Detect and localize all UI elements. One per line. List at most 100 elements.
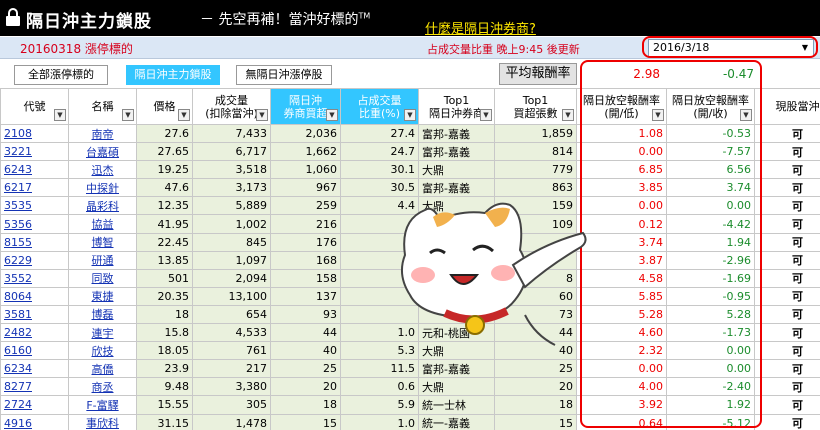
stock-name-link[interactable]: 研通	[92, 254, 114, 267]
cell-name[interactable]: 事欣科	[68, 413, 137, 430]
cell-day-trade: 可	[754, 232, 820, 252]
no-day-trade-button[interactable]: 無隔日沖漲停股	[236, 65, 332, 85]
cell-code[interactable]: 8064	[0, 286, 69, 306]
stock-code-link[interactable]: 4916	[4, 417, 32, 430]
stock-code-link[interactable]: 2482	[4, 326, 32, 339]
stock-name-link[interactable]: 同致	[92, 272, 114, 285]
filter-icon[interactable]: ▼	[178, 109, 190, 121]
filter-icon[interactable]: ▼	[480, 109, 492, 121]
stock-code-link[interactable]: 3552	[4, 272, 32, 285]
day-trade-lock-button[interactable]: 隔日沖主力鎖股	[126, 65, 220, 85]
stock-name-link[interactable]: 商丞	[92, 381, 114, 394]
stock-name-link[interactable]: 東捷	[92, 290, 114, 303]
cell-name[interactable]: 博磊	[68, 304, 137, 325]
cell-name[interactable]: 迅杰	[68, 160, 137, 180]
filter-icon[interactable]: ▼	[562, 109, 574, 121]
col-name[interactable]: 名稱 ▼	[68, 88, 137, 125]
col-volume-ratio[interactable]: 占成交量 比重(%) ▼	[340, 88, 419, 125]
stock-code-link[interactable]: 2724	[4, 398, 32, 411]
stock-name-link[interactable]: 迅杰	[92, 164, 114, 177]
all-limit-up-button[interactable]: 全部漲停標的	[14, 65, 108, 85]
cell-code[interactable]: 4916	[0, 413, 69, 430]
stock-name-link[interactable]: 高僑	[92, 363, 114, 376]
cell-code[interactable]: 6160	[0, 341, 69, 361]
stock-code-link[interactable]: 8155	[4, 236, 32, 249]
cell-broker-buy: 137	[270, 286, 341, 306]
cell-code[interactable]: 8155	[0, 232, 69, 252]
stock-code-link[interactable]: 8064	[4, 290, 32, 303]
cell-day-trade: 可	[754, 250, 820, 270]
col-code[interactable]: 代號 ▼	[0, 88, 69, 125]
stock-name-link[interactable]: 中探針	[86, 182, 119, 195]
cell-name[interactable]: 台嘉碩	[68, 142, 137, 162]
col-day-trade[interactable]: 現股當沖	[754, 88, 820, 125]
what-is-day-trade-broker-link[interactable]: 什麼是隔日沖券商?	[425, 18, 536, 37]
stock-name-link[interactable]: 南帝	[92, 128, 114, 141]
filter-icon[interactable]: ▼	[54, 109, 66, 121]
filter-icon[interactable]: ▼	[326, 109, 338, 121]
cell-name[interactable]: 中探針	[68, 178, 137, 198]
stock-code-link[interactable]: 3535	[4, 199, 32, 212]
stock-code-link[interactable]: 6243	[4, 163, 32, 176]
stock-code-link[interactable]: 6217	[4, 181, 32, 194]
cell-day-trade: 可	[754, 323, 820, 343]
cell-code[interactable]: 3221	[0, 142, 69, 162]
cell-name[interactable]: 高僑	[68, 359, 137, 379]
cell-name[interactable]: 商丞	[68, 377, 137, 397]
col-volume[interactable]: 成交量 (扣除當沖) ▼	[192, 88, 271, 125]
col-top1-broker[interactable]: Top1 隔日沖券商 ▼	[418, 88, 495, 125]
stock-code-link[interactable]: 3581	[4, 308, 32, 321]
cell-broker-buy: 25	[270, 359, 341, 379]
cell-top1-broker: 富邦-嘉義	[418, 359, 495, 379]
stock-name-link[interactable]: 博磊	[92, 308, 114, 321]
col-price[interactable]: 價格 ▼	[136, 88, 193, 125]
cell-price: 27.65	[136, 142, 193, 162]
stock-name-link[interactable]: 協益	[92, 218, 114, 231]
col-top1-buy[interactable]: Top1 買超張數 ▼	[494, 88, 577, 125]
cell-name[interactable]: 同致	[68, 268, 137, 288]
filter-icon[interactable]: ▼	[404, 109, 416, 121]
cell-price: 501	[136, 268, 193, 288]
stock-name-link[interactable]: 博智	[92, 236, 114, 249]
cell-code[interactable]: 3535	[0, 196, 69, 216]
cell-name[interactable]: 連宇	[68, 323, 137, 343]
stock-code-link[interactable]: 3221	[4, 145, 32, 158]
cell-name[interactable]: 博智	[68, 232, 137, 252]
cell-day-trade: 可	[754, 142, 820, 162]
cell-name[interactable]: 東捷	[68, 286, 137, 306]
cell-name[interactable]: 欣技	[68, 341, 137, 361]
col-broker-buy[interactable]: 隔日沖 券商買超 ▼	[270, 88, 341, 125]
cell-code[interactable]: 8277	[0, 377, 69, 397]
cell-name[interactable]: 協益	[68, 214, 137, 234]
stock-name-link[interactable]: 連宇	[92, 327, 114, 340]
cell-name[interactable]: 南帝	[68, 123, 137, 144]
cell-code[interactable]: 6217	[0, 178, 69, 198]
cell-name[interactable]: 研通	[68, 250, 137, 270]
stock-code-link[interactable]: 2108	[4, 127, 32, 140]
cell-code[interactable]: 2724	[0, 395, 69, 415]
stock-name-link[interactable]: 台嘉碩	[86, 146, 119, 159]
stock-code-link[interactable]: 6229	[4, 254, 32, 267]
cell-code[interactable]: 6234	[0, 359, 69, 379]
filter-icon[interactable]: ▼	[256, 109, 268, 121]
stock-code-link[interactable]: 5356	[4, 218, 32, 231]
cell-name[interactable]: 晶彩科	[68, 196, 137, 216]
stock-name-link[interactable]: 事欣科	[86, 417, 119, 430]
cell-code[interactable]: 3581	[0, 304, 69, 325]
stock-name-link[interactable]: 欣技	[92, 345, 114, 358]
cell-name[interactable]: F-富驛	[68, 395, 137, 415]
stock-code-link[interactable]: 6234	[4, 362, 32, 375]
stock-code-link[interactable]: 8277	[4, 380, 32, 393]
cell-day-trade: 可	[754, 268, 820, 288]
stock-name-link[interactable]: F-富驛	[86, 399, 118, 412]
cell-price: 18.05	[136, 341, 193, 361]
cell-code[interactable]: 5356	[0, 214, 69, 234]
cell-code[interactable]: 2108	[0, 123, 69, 144]
cell-code[interactable]: 3552	[0, 268, 69, 288]
stock-name-link[interactable]: 晶彩科	[86, 200, 119, 213]
stock-code-link[interactable]: 6160	[4, 344, 32, 357]
cell-code[interactable]: 6243	[0, 160, 69, 180]
filter-icon[interactable]: ▼	[122, 109, 134, 121]
cell-code[interactable]: 2482	[0, 323, 69, 343]
cell-code[interactable]: 6229	[0, 250, 69, 270]
